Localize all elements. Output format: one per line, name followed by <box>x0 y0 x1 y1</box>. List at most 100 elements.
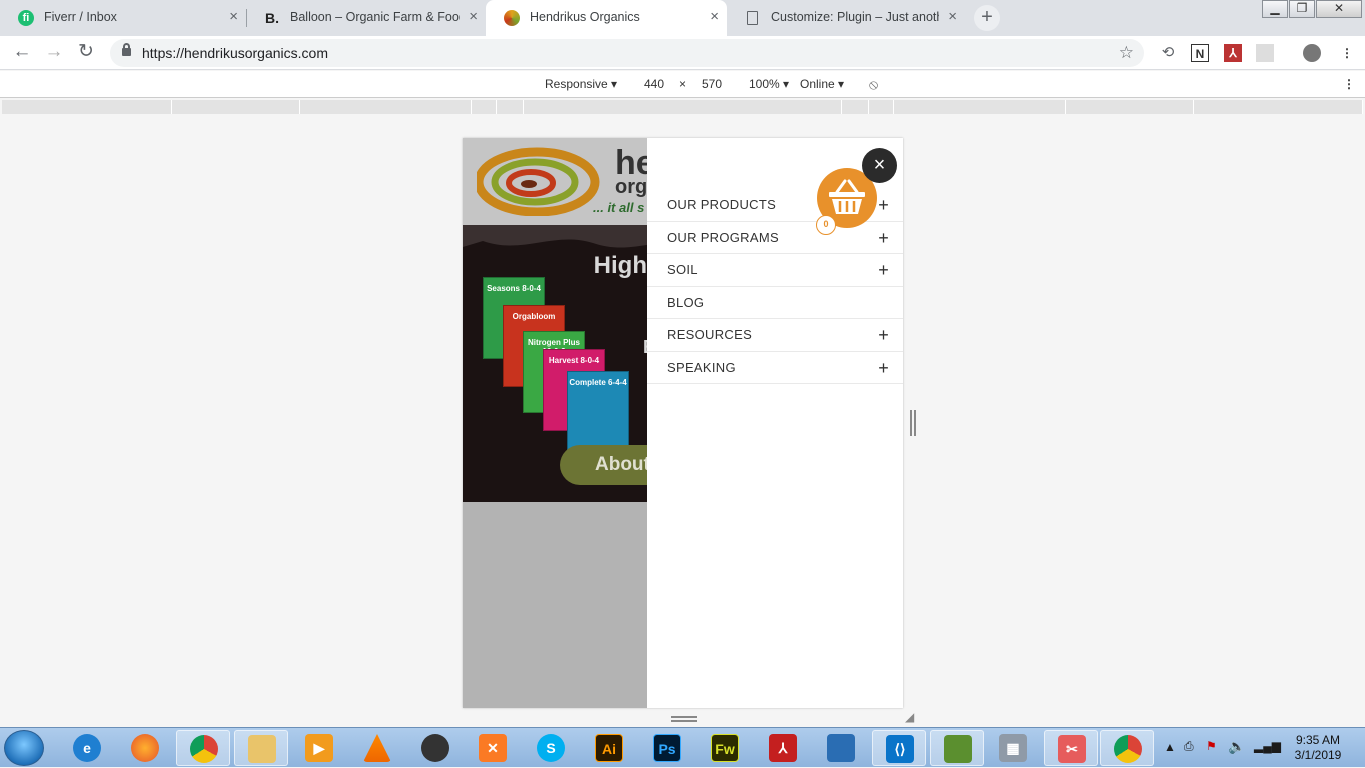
zoom-select[interactable]: 100% ▾ <box>749 71 789 98</box>
expand-plus-icon[interactable]: + <box>878 222 889 254</box>
extension-icon[interactable] <box>1256 44 1274 62</box>
product-label: Complete 6-4-4 <box>569 378 627 387</box>
menu-item-resources[interactable]: RESOURCES + <box>647 319 903 352</box>
media-query-bar[interactable] <box>472 100 497 114</box>
signal-strength-icon[interactable]: ▂▄▆ <box>1254 739 1281 753</box>
close-tab-icon[interactable]: × <box>229 0 238 34</box>
chrome-icon[interactable] <box>176 730 230 766</box>
width-input[interactable]: 440 <box>644 71 664 98</box>
viewport-width-resize-handle[interactable] <box>910 410 916 436</box>
devtools-menu-icon[interactable]: ⋮ <box>1343 71 1355 98</box>
media-query-bar[interactable] <box>524 100 842 114</box>
network-error-icon[interactable]: ⚑ <box>1206 739 1217 753</box>
illustrator-icon[interactable]: Ai <box>582 730 636 766</box>
close-tab-icon[interactable]: × <box>469 0 478 34</box>
extension-n-icon[interactable]: N <box>1191 44 1209 62</box>
clock-time: 9:35 AM <box>1295 733 1341 747</box>
product-label: Harvest 8-0-4 <box>548 356 600 365</box>
media-query-bar[interactable] <box>2 100 172 114</box>
viewport-height-resize-handle[interactable] <box>671 716 697 722</box>
expand-plus-icon[interactable]: + <box>878 254 889 286</box>
menu-item-label: RESOURCES <box>667 327 753 342</box>
menu-item-label: SPEAKING <box>667 359 736 375</box>
device-label: Responsive <box>545 77 608 91</box>
media-query-bar[interactable] <box>869 100 894 114</box>
media-player-icon[interactable]: ▶ <box>292 730 346 766</box>
chrome-icon[interactable] <box>1100 730 1154 766</box>
menu-item-label: SOIL <box>667 262 698 277</box>
close-window-button[interactable]: ✕ <box>1316 0 1362 18</box>
media-query-bar[interactable] <box>894 100 1066 114</box>
vlc-icon[interactable] <box>350 730 404 766</box>
menu-item-label: BLOG <box>667 294 705 310</box>
menu-item-label: OUR PROGRAMS <box>667 229 779 245</box>
reload-icon[interactable]: ↻ <box>74 41 98 65</box>
menu-item-speaking[interactable]: SPEAKING + <box>647 352 903 384</box>
close-tab-icon[interactable]: × <box>710 0 719 34</box>
close-tab-icon[interactable]: × <box>948 0 957 34</box>
menu-kebab-icon[interactable]: ⋮ <box>1338 44 1356 62</box>
media-query-bar[interactable] <box>497 100 524 114</box>
url-text[interactable]: https://hendrikusorganics.com <box>142 39 328 67</box>
rotate-icon[interactable]: ⦸ <box>869 71 878 98</box>
file-explorer-icon[interactable] <box>234 730 288 766</box>
acrobat-extension-icon[interactable]: ⅄ <box>1224 44 1242 62</box>
page-icon <box>747 11 758 25</box>
show-hidden-icons-icon[interactable]: ▲ <box>1164 740 1176 754</box>
acrobat-icon[interactable]: ⅄ <box>756 730 810 766</box>
media-query-bar[interactable] <box>300 100 472 114</box>
menu-item-blog[interactable]: BLOG <box>647 287 903 319</box>
close-menu-button[interactable]: × <box>862 148 897 183</box>
forward-arrow-icon[interactable]: → <box>42 41 66 65</box>
media-query-bar[interactable] <box>172 100 300 114</box>
expand-plus-icon[interactable]: + <box>878 189 889 221</box>
new-tab-button[interactable]: + <box>974 5 1000 31</box>
tab-title: Customize: Plugin – Just another <box>771 10 939 24</box>
expand-plus-icon[interactable]: + <box>878 319 889 351</box>
height-input[interactable]: 570 <box>702 71 722 98</box>
media-query-bar[interactable] <box>1194 100 1363 114</box>
clock-date: 3/1/2019 <box>1294 748 1342 762</box>
firefox-icon[interactable] <box>118 730 172 766</box>
address-bar[interactable]: https://hendrikusorganics.com ☆ <box>110 39 1144 67</box>
snipping-tool-icon[interactable]: ✂ <box>1044 730 1098 766</box>
tab-customize-plugin[interactable]: Customize: Plugin – Just another × <box>727 0 965 34</box>
internet-explorer-icon[interactable]: e <box>60 730 114 766</box>
fireworks-icon[interactable]: Fw <box>698 730 752 766</box>
virtualbox-icon[interactable] <box>814 730 868 766</box>
media-query-bar[interactable] <box>842 100 869 114</box>
tab-title: Hendrikus Organics <box>530 10 640 24</box>
notepad-icon[interactable] <box>930 730 984 766</box>
caret-down-icon: ▾ <box>783 77 790 91</box>
expand-plus-icon[interactable]: + <box>878 352 889 384</box>
back-arrow-icon[interactable]: ← <box>10 41 34 65</box>
media-query-bar[interactable] <box>1066 100 1194 114</box>
menu-item-soil[interactable]: SOIL + <box>647 254 903 287</box>
network-select[interactable]: Online ▾ <box>800 71 844 98</box>
maximize-window-button[interactable]: ❐ <box>1289 0 1315 18</box>
swirl-logo-icon <box>504 10 520 26</box>
photoshop-icon[interactable]: Ps <box>640 730 694 766</box>
volume-icon[interactable]: 🔈 <box>1228 738 1245 755</box>
menu-item-label: OUR PRODUCTS <box>667 197 777 212</box>
bookmark-star-icon[interactable]: ☆ <box>1119 39 1134 67</box>
xampp-icon[interactable]: ✕ <box>466 730 520 766</box>
vscode-icon[interactable]: ⟨⟩ <box>872 730 926 766</box>
history-icon[interactable]: ⟲ <box>1159 44 1177 62</box>
calculator-icon[interactable]: ▦ <box>986 730 1040 766</box>
avatar[interactable] <box>1303 44 1321 62</box>
swirl-logo-icon[interactable] <box>477 146 609 216</box>
device-toolbar: Responsive ▾ 440 × 570 100% ▾ Online ▾ ⦸… <box>0 71 1365 98</box>
tab-fiverr[interactable]: fi Fiverr / Inbox × <box>0 0 246 34</box>
tab-balloon[interactable]: B. Balloon – Organic Farm & Food B × <box>246 0 486 34</box>
usb-icon[interactable]: ⎙ <box>1184 739 1194 754</box>
viewport-corner-resize-icon[interactable]: ◢ <box>905 710 919 724</box>
device-select[interactable]: Responsive ▾ <box>545 71 617 98</box>
psiphon-icon[interactable] <box>408 730 462 766</box>
minimize-window-button[interactable]: ▁ <box>1262 0 1288 18</box>
skype-icon[interactable]: S <box>524 730 578 766</box>
network-label: Online <box>800 77 835 91</box>
tab-hendrikus-organics[interactable]: Hendrikus Organics × <box>486 0 727 36</box>
start-button[interactable] <box>4 730 44 766</box>
clock[interactable]: 9:35 AM 3/1/2019 <box>1290 733 1346 763</box>
